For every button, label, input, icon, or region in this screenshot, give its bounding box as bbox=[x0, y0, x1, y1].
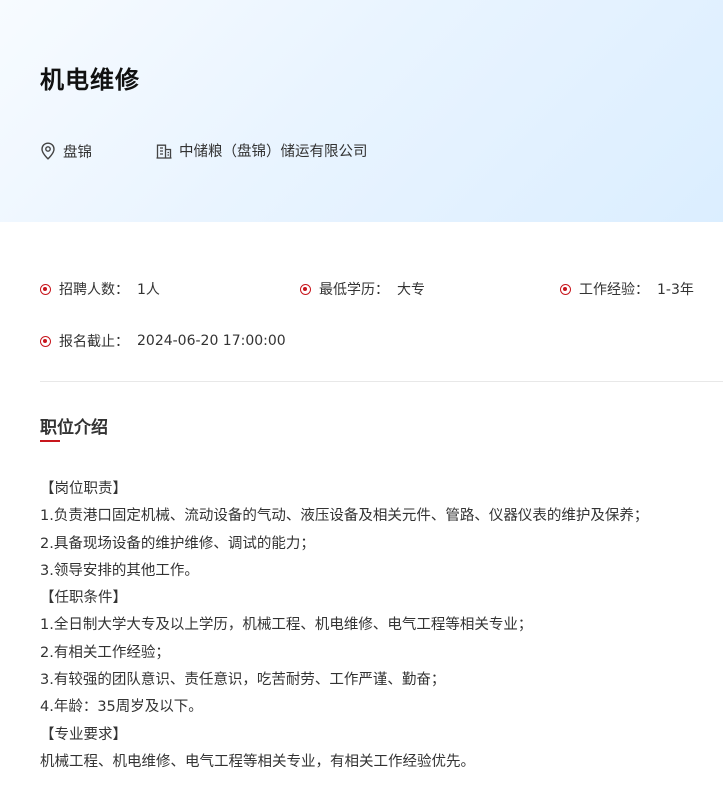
info-value: 2024-06-20 17:00:00 bbox=[137, 333, 286, 349]
section-title: 职位介绍 bbox=[40, 418, 108, 438]
description-line: 【任职条件】 bbox=[40, 590, 127, 607]
info-value: 1人 bbox=[137, 282, 160, 298]
job-description: 【岗位职责】 1.负责港口固定机械、流动设备的气动、液压设备及相关元件、管路、仪… bbox=[40, 476, 723, 776]
description-line: 1.负责港口固定机械、流动设备的气动、液压设备及相关元件、管路、仪器仪表的维护及… bbox=[40, 508, 649, 525]
info-label: 最低学历： bbox=[319, 282, 389, 298]
info-label: 工作经验： bbox=[579, 282, 649, 298]
description-line: 1.全日制大学大专及以上学历，机械工程、机电维修、电气工程等相关专业； bbox=[40, 617, 533, 634]
job-title: 机电维修 bbox=[40, 66, 140, 94]
info-label: 招聘人数： bbox=[59, 282, 129, 298]
description-line: 【专业要求】 bbox=[40, 726, 127, 743]
description-line: 4.年龄：35周岁及以下。 bbox=[40, 699, 203, 716]
section-title-underline bbox=[40, 440, 60, 442]
description-line: 3.领导安排的其他工作。 bbox=[40, 562, 199, 579]
job-company-text: 中储粮（盘锦）储运有限公司 bbox=[179, 144, 368, 160]
divider bbox=[40, 381, 723, 382]
info-value: 1-3年 bbox=[657, 282, 694, 298]
info-deadline: 报名截止： 2024-06-20 17:00:00 bbox=[40, 331, 286, 351]
bullet-dot-icon bbox=[300, 283, 311, 295]
info-value: 大专 bbox=[397, 282, 425, 298]
building-icon bbox=[156, 143, 179, 159]
job-header: 机电维修 盘锦 中储粮（盘锦）储运有限公司 bbox=[0, 0, 723, 222]
info-label: 报名截止： bbox=[59, 334, 129, 350]
description-line: 机械工程、机电维修、电气工程等相关专业，有相关工作经验优先。 bbox=[40, 753, 475, 770]
info-row-1: 招聘人数： 1人 最低学历： 大专 工作经验： 1-3年 bbox=[40, 279, 723, 299]
bullet-dot-icon bbox=[560, 283, 571, 295]
job-company: 中储粮（盘锦）储运有限公司 bbox=[156, 140, 368, 161]
description-line: 【岗位职责】 bbox=[40, 481, 127, 497]
info-experience: 工作经验： 1-3年 bbox=[560, 279, 694, 299]
info-headcount: 招聘人数： 1人 bbox=[40, 279, 160, 299]
info-row-2: 报名截止： 2024-06-20 17:00:00 bbox=[40, 331, 723, 351]
location-pin-icon bbox=[40, 142, 63, 160]
bullet-dot-icon bbox=[40, 335, 51, 347]
job-meta: 盘锦 中储粮（盘锦）储运有限公司 bbox=[40, 140, 368, 162]
info-education: 最低学历： 大专 bbox=[300, 279, 425, 299]
description-line: 2.有相关工作经验； bbox=[40, 644, 170, 661]
job-location: 盘锦 bbox=[40, 141, 92, 162]
bullet-dot-icon bbox=[40, 283, 51, 295]
description-line: 2.具备现场设备的维护维修、调试的能力； bbox=[40, 535, 315, 552]
job-location-text: 盘锦 bbox=[63, 144, 92, 161]
description-line: 3.有较强的团队意识、责任意识，吃苦耐劳、工作严谨、勤奋； bbox=[40, 672, 446, 689]
